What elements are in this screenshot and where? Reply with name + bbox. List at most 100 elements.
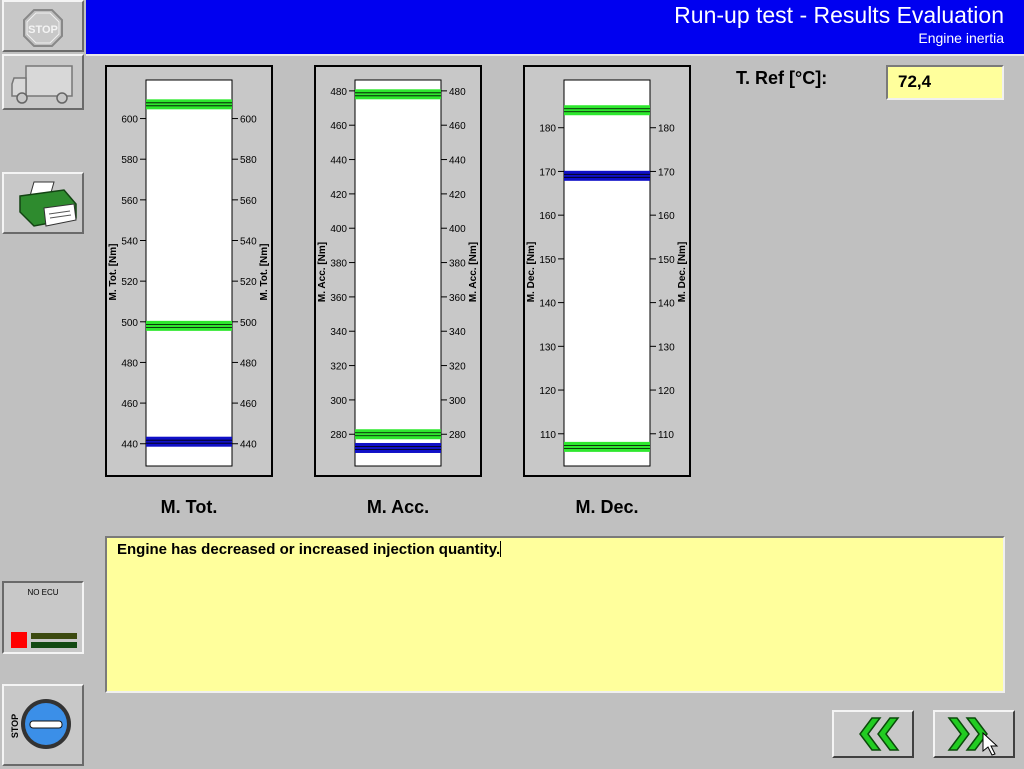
tick-label: 480 <box>330 87 347 98</box>
gauge-label-m-acc: M. Acc. <box>366 497 430 517</box>
tick-label: 520 <box>121 277 138 288</box>
tick-label: 400 <box>330 224 347 235</box>
tick-label: 360 <box>449 293 466 304</box>
tick-label: 460 <box>449 121 466 132</box>
axis-label: M. Acc. [Nm] <box>317 242 328 302</box>
header-divider <box>86 54 1024 56</box>
blue-value-marker <box>146 436 232 447</box>
gauge-column <box>145 79 233 467</box>
tick-label: 420 <box>449 190 466 201</box>
tick-label: 340 <box>449 327 466 338</box>
tick-label: 170 <box>539 167 556 178</box>
t-ref-value-field: 72,4 <box>886 65 1004 100</box>
green-limit-marker <box>146 320 232 331</box>
blue-value-marker <box>564 170 650 181</box>
tick-label: 560 <box>240 196 257 207</box>
stop-label: STOP <box>28 24 58 36</box>
tick-label: 440 <box>449 156 466 167</box>
gauge-column <box>354 79 442 467</box>
tick-label: 180 <box>539 124 556 135</box>
result-message-text: Engine has decreased or increased inject… <box>117 541 501 558</box>
tick-label: 160 <box>539 211 556 222</box>
tick-label: 600 <box>121 115 138 126</box>
printer-icon <box>19 181 77 227</box>
stop-round-label: STOP <box>10 714 20 738</box>
mouse-cursor-icon <box>982 732 999 756</box>
tick-label: 480 <box>240 358 257 369</box>
tick-label: 520 <box>240 277 257 288</box>
tick-label: 540 <box>240 236 257 247</box>
double-chevron-right-icon <box>947 717 988 751</box>
gauge-svg: 110 110 120 120 130 130 140 140 150 150 160 160 170 1… <box>526 79 688 467</box>
tick-label: 540 <box>121 236 138 247</box>
tick-label: 480 <box>449 87 466 98</box>
axis-label: M. Dec. [Nm] <box>526 242 537 303</box>
tick-label: 150 <box>658 255 675 266</box>
tick-label: 150 <box>539 255 556 266</box>
green-limit-marker <box>564 441 650 452</box>
page-title: Run-up test - Results Evaluation <box>674 2 1004 28</box>
tick-label: 480 <box>121 358 138 369</box>
gauge-column <box>563 79 651 467</box>
result-message-box: Engine has decreased or increased inject… <box>105 536 1005 693</box>
stop-round-button[interactable]: STOP <box>2 684 84 766</box>
tick-label: 300 <box>330 396 347 407</box>
tick-label: 500 <box>121 318 138 329</box>
gauge-label-m-tot: M. Tot. <box>160 497 218 517</box>
vehicle-button[interactable] <box>2 54 84 110</box>
forward-button[interactable] <box>933 710 1015 758</box>
tick-label: 400 <box>449 224 466 235</box>
tick-label: 140 <box>658 299 675 310</box>
axis-label: M. Acc. [Nm] <box>468 242 479 302</box>
tick-label: 380 <box>449 259 466 270</box>
back-button[interactable] <box>832 710 914 758</box>
ecu-status-label: NO ECU <box>27 588 59 597</box>
ecu-status-indicator <box>11 632 27 648</box>
tick-label: 420 <box>330 190 347 201</box>
tick-label: 280 <box>449 430 466 441</box>
tick-label: 460 <box>330 121 347 132</box>
page-subtitle: Engine inertia <box>918 30 1004 46</box>
tick-label: 120 <box>658 386 675 397</box>
stop-button[interactable]: STOP <box>2 0 84 52</box>
blue-value-marker <box>355 442 441 453</box>
tick-label: 600 <box>240 115 257 126</box>
print-button[interactable] <box>2 172 84 234</box>
tick-label: 440 <box>330 156 347 167</box>
double-chevron-left-icon <box>859 717 900 751</box>
tick-label: 130 <box>658 342 675 353</box>
gauge-m-dec: 110 110 120 120 130 130 140 140 150 150 160 160 170 1… <box>523 65 691 477</box>
tick-label: 110 <box>540 430 556 441</box>
header-bar: Run-up test - Results Evaluation Engine … <box>86 0 1024 54</box>
tick-label: 120 <box>539 386 556 397</box>
gauge-m-acc: 280 280 300 300 320 320 340 340 360 360 380 380 400 4… <box>314 65 482 477</box>
axis-label: M. Tot. [Nm] <box>108 243 119 300</box>
green-limit-marker <box>355 429 441 440</box>
tick-label: 110 <box>658 430 674 441</box>
tick-label: 140 <box>539 299 556 310</box>
tick-label: 580 <box>121 155 138 166</box>
truck-icon <box>11 65 73 104</box>
tick-label: 320 <box>449 362 466 373</box>
tick-label: 360 <box>330 293 347 304</box>
tick-label: 160 <box>658 211 675 222</box>
tick-label: 440 <box>240 440 257 451</box>
gauge-svg: 280 280 300 300 320 320 340 340 360 360 380 380 400 4… <box>317 79 479 467</box>
stop-round-icon: STOP <box>10 699 71 749</box>
ecu-status-bar <box>31 642 77 648</box>
sidebar: STOP NO ECU STOP <box>0 0 86 768</box>
tick-label: 560 <box>121 196 138 207</box>
tick-label: 440 <box>121 440 138 451</box>
tick-label: 580 <box>240 155 257 166</box>
t-ref-label: T. Ref [°C]: <box>736 68 828 88</box>
axis-label: M. Tot. [Nm] <box>259 243 270 300</box>
green-limit-marker <box>355 89 441 100</box>
gauge-label-m-dec: M. Dec. <box>575 497 639 517</box>
stop-icon: STOP <box>23 9 63 47</box>
green-limit-marker <box>146 99 232 110</box>
tick-label: 300 <box>449 396 466 407</box>
tick-label: 460 <box>240 399 257 410</box>
tick-label: 320 <box>330 362 347 373</box>
text-cursor <box>500 541 502 557</box>
tick-label: 180 <box>658 124 675 135</box>
